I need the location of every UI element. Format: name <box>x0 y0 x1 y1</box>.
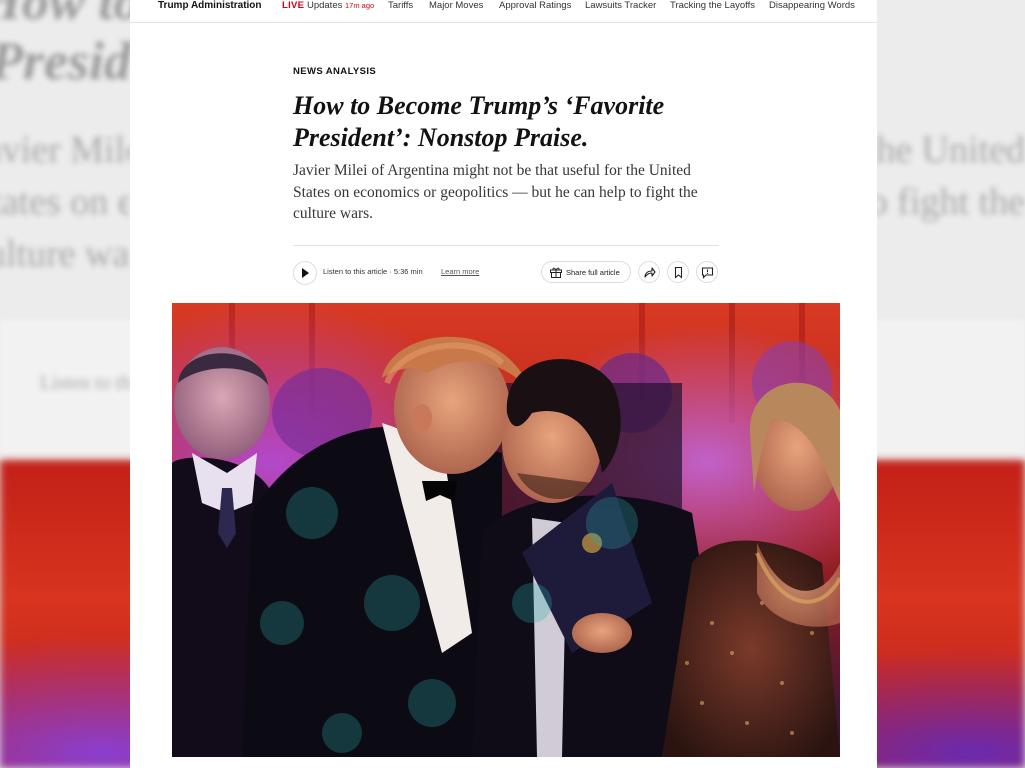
toolbar-divider <box>293 245 719 246</box>
backdrop-headline-2: Presid <box>0 31 131 91</box>
nav-item-tariffs[interactable]: Tariffs <box>388 0 413 11</box>
share-label: Share full article <box>566 268 620 277</box>
backdrop-summary-3: culture wars. <box>0 233 130 275</box>
backdrop-summary-right-1: Javier Milei of Argentina might not be t… <box>870 129 1025 171</box>
article-card: Trump Administration LIVE Updates 17m ag… <box>130 0 877 768</box>
article-summary: Javier Milei of Argentina might not be t… <box>293 162 698 222</box>
nav-section-link[interactable]: Trump Administration <box>158 0 262 11</box>
backdrop-summary-2: States on economics or geopolitics — but… <box>0 181 130 223</box>
bookmark-button[interactable] <box>667 261 689 283</box>
nav-item-approval-ratings[interactable]: Approval Ratings <box>499 0 571 11</box>
updates-time: 17m ago <box>345 1 375 10</box>
backdrop-summary-1: Javier Milei of Argentina might not be t… <box>0 129 130 171</box>
nav-live-updates[interactable]: LIVE Updates 17m ago <box>282 0 374 11</box>
lead-photo-image <box>172 303 840 757</box>
share-arrow-icon <box>644 267 656 278</box>
article-toolbar: Listen to this article · 5:36 min Learn … <box>293 261 719 285</box>
updates-label: Updates <box>306 0 343 11</box>
share-arrow-button[interactable] <box>638 261 660 283</box>
comment-icon <box>701 267 714 279</box>
backdrop-listen: Listen to this article · 5:36 min <box>40 372 130 394</box>
bookmark-icon <box>674 266 683 279</box>
play-icon[interactable] <box>293 261 317 285</box>
top-navigation: Trump Administration LIVE Updates 17m ag… <box>130 0 877 23</box>
live-badge: LIVE <box>282 0 305 11</box>
gift-icon <box>550 267 562 278</box>
nav-item-disappearing-words[interactable]: Disappearing Words <box>769 0 855 11</box>
learn-more-link[interactable]: Learn more <box>441 267 479 276</box>
nav-item-tracking-layoffs[interactable]: Tracking the Layoffs <box>670 0 755 11</box>
article-kicker[interactable]: NEWS ANALYSIS <box>293 66 376 77</box>
share-full-article-button[interactable]: Share full article <box>541 261 631 283</box>
article-headline: How to Become Trump’s ‘Favorite Presiden… <box>293 91 665 152</box>
listen-label: Listen to this article · 5:36 min <box>323 267 423 276</box>
nav-item-major-moves[interactable]: Major Moves <box>429 0 483 11</box>
backdrop-summary-right-2: States on economics or geopolitics — but… <box>870 181 1025 223</box>
nav-item-lawsuits-tracker[interactable]: Lawsuits Tracker <box>585 0 656 11</box>
comment-button[interactable] <box>696 261 718 283</box>
lead-photo[interactable] <box>172 303 840 757</box>
